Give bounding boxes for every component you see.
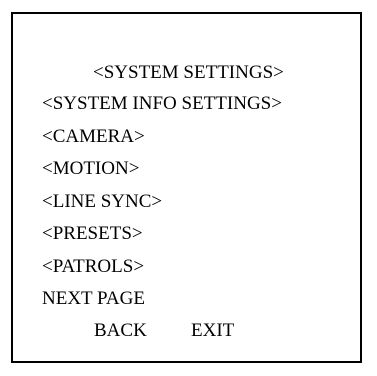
menu-list: <SYSTEM INFO SETTINGS> <CAMERA> <MOTION>…: [42, 93, 282, 321]
menu-title: <SYSTEM SETTINGS>: [93, 62, 284, 83]
exit-button[interactable]: EXIT: [191, 320, 234, 342]
menu-item-next-page[interactable]: NEXT PAGE: [42, 288, 282, 310]
menu-item-presets[interactable]: <PRESETS>: [42, 223, 282, 245]
back-button[interactable]: BACK: [94, 320, 147, 342]
menu-item-system-info-settings[interactable]: <SYSTEM INFO SETTINGS>: [42, 93, 282, 115]
osd-menu-frame: <SYSTEM SETTINGS> <SYSTEM INFO SETTINGS>…: [11, 12, 362, 363]
menu-item-line-sync[interactable]: <LINE SYNC>: [42, 191, 282, 213]
menu-item-motion[interactable]: <MOTION>: [42, 158, 282, 180]
menu-item-camera[interactable]: <CAMERA>: [42, 126, 282, 148]
menu-item-patrols[interactable]: <PATROLS>: [42, 256, 282, 278]
